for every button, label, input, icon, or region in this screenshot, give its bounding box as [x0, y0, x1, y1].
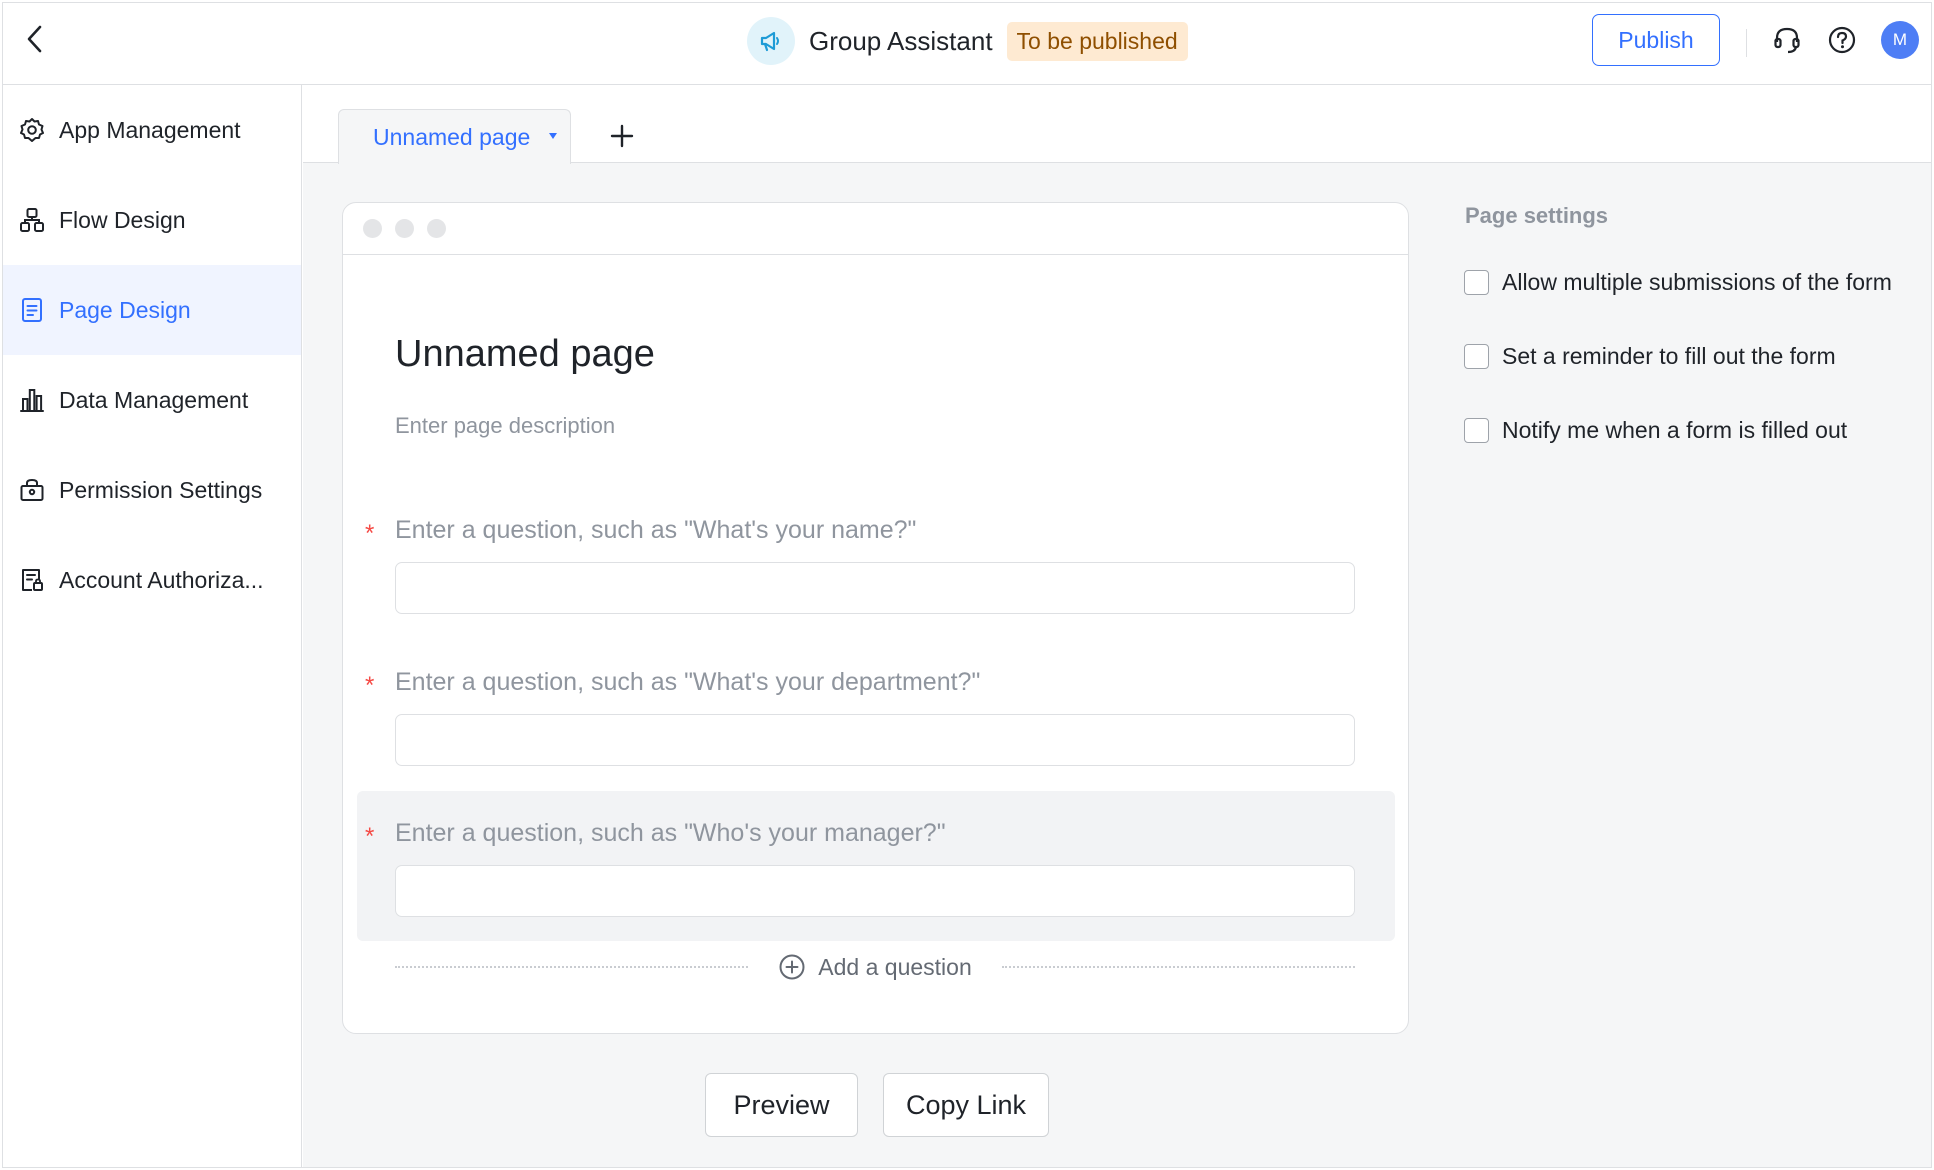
sidebar: App Management Flow Design Page Design D…: [3, 85, 302, 1167]
checkbox[interactable]: [1464, 344, 1489, 369]
sidebar-item-label: Permission Settings: [59, 476, 263, 503]
flow-icon: [20, 208, 44, 232]
form-description-placeholder[interactable]: Enter page description: [395, 413, 615, 439]
card-window-bar: [343, 203, 1408, 255]
sidebar-item-data-management[interactable]: Data Management: [3, 355, 301, 445]
window-dot: [363, 219, 382, 238]
sidebar-item-app-management[interactable]: App Management: [3, 85, 301, 175]
copy-link-button[interactable]: Copy Link: [883, 1073, 1049, 1137]
header-divider: [1746, 29, 1747, 57]
setting-allow-multiple-submissions[interactable]: Allow multiple submissions of the form: [1464, 269, 1892, 296]
account-auth-icon: [22, 569, 43, 591]
question-label[interactable]: Enter a question, such as "Who's your ma…: [395, 819, 946, 848]
back-button[interactable]: [17, 21, 53, 57]
question-item[interactable]: * Enter a question, such as "Who's your …: [357, 791, 1395, 941]
top-header: Group Assistant To be published Publish …: [3, 3, 1931, 85]
checkbox[interactable]: [1464, 270, 1489, 295]
question-item[interactable]: * Enter a question, such as "What's your…: [357, 640, 1395, 790]
setting-label: Notify me when a form is filled out: [1502, 417, 1848, 443]
app-title: Group Assistant: [809, 25, 993, 56]
window-dot: [427, 219, 446, 238]
setting-label: Allow multiple submissions of the form: [1502, 269, 1892, 295]
tab-unnamed-page[interactable]: Unnamed page: [338, 109, 571, 164]
main-area: Unnamed page Unnamed page Enter page des…: [303, 85, 1931, 1167]
caret-down-icon[interactable]: [548, 132, 558, 140]
question-label[interactable]: Enter a question, such as "What's your n…: [395, 516, 916, 545]
add-question-row: Add a question: [395, 947, 1356, 987]
add-question-label: Add a question: [818, 953, 972, 980]
page-tab-bar: Unnamed page: [303, 85, 1931, 164]
dotted-divider: [1001, 966, 1356, 968]
plus-circle-icon: [779, 954, 805, 980]
lock-bag-icon: [20, 478, 44, 501]
app-window: Group Assistant To be published Publish …: [2, 2, 1932, 1168]
sidebar-item-label: Account Authoriza...: [59, 566, 264, 593]
sidebar-item-label: Flow Design: [59, 206, 186, 233]
question-item[interactable]: * Enter a question, such as "What's your…: [357, 488, 1395, 638]
answer-input[interactable]: [395, 865, 1355, 917]
headset-icon[interactable]: [1770, 23, 1804, 57]
plus-icon: [610, 124, 634, 148]
bar-chart-icon: [20, 389, 44, 412]
answer-input[interactable]: [395, 714, 1355, 766]
megaphone-icon: [747, 17, 795, 65]
sidebar-item-label: Data Management: [59, 386, 249, 413]
question-label[interactable]: Enter a question, such as "What's your d…: [395, 668, 980, 697]
setting-label: Set a reminder to fill out the form: [1502, 343, 1836, 369]
sidebar-item-page-design[interactable]: Page Design: [3, 265, 301, 355]
sidebar-item-permission-settings[interactable]: Permission Settings: [3, 445, 301, 535]
tab-label: Unnamed page: [373, 123, 531, 150]
answer-input[interactable]: [395, 562, 1355, 614]
help-icon[interactable]: [1825, 23, 1859, 57]
sidebar-item-flow-design[interactable]: Flow Design: [3, 175, 301, 265]
app-title-group: Group Assistant To be published: [747, 17, 1188, 65]
window-dot: [395, 219, 414, 238]
required-mark: *: [365, 672, 375, 699]
chevron-left-icon: [27, 25, 42, 53]
add-question-button[interactable]: Add a question: [748, 953, 1001, 981]
sidebar-item-label: Page Design: [59, 296, 191, 323]
status-badge: To be published: [1006, 21, 1188, 61]
preview-button[interactable]: Preview: [705, 1073, 858, 1137]
avatar[interactable]: M: [1881, 21, 1919, 59]
required-mark: *: [365, 520, 375, 547]
setting-set-reminder[interactable]: Set a reminder to fill out the form: [1464, 343, 1836, 370]
page-settings-title: Page settings: [1465, 203, 1609, 228]
setting-notify-when-filled[interactable]: Notify me when a form is filled out: [1464, 417, 1847, 444]
add-page-button[interactable]: [605, 119, 639, 153]
publish-button[interactable]: Publish: [1592, 14, 1720, 66]
required-mark: *: [365, 823, 375, 850]
document-icon: [22, 298, 42, 322]
form-title[interactable]: Unnamed page: [395, 333, 655, 376]
dotted-divider: [395, 966, 749, 968]
sidebar-item-label: App Management: [59, 116, 241, 143]
form-card: Unnamed page Enter page description * En…: [342, 202, 1409, 1034]
sidebar-item-account-authorization[interactable]: Account Authoriza...: [3, 535, 301, 625]
checkbox[interactable]: [1464, 418, 1489, 443]
gear-icon: [20, 118, 44, 142]
